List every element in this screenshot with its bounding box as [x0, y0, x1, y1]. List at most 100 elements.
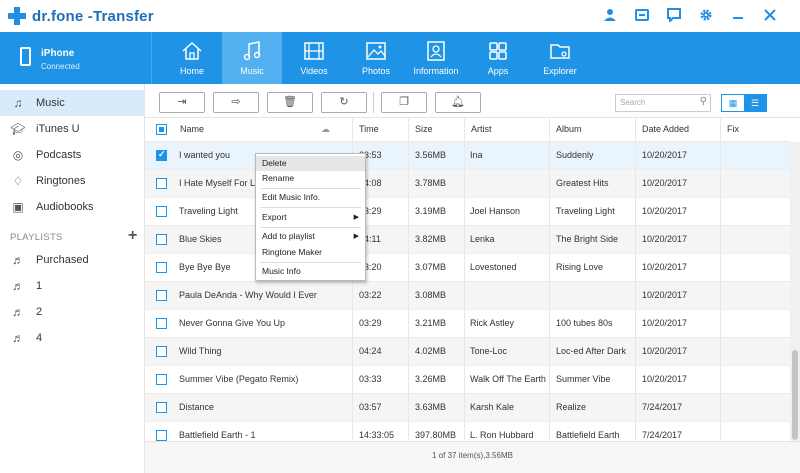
export-icon: ⇨	[231, 96, 241, 108]
settings-icon[interactable]	[696, 8, 716, 26]
refresh-button[interactable]: ↻	[321, 92, 367, 113]
sidebar-item-music[interactable]: ♫ Music	[0, 90, 145, 116]
row-checkbox[interactable]	[156, 149, 167, 161]
table-row[interactable]: Paula DeAnda - Why Would I Ever 03:22 3.…	[145, 282, 790, 310]
sidebar-item-itunes-u[interactable]: 🎓︎ iTunes U	[0, 116, 145, 142]
song-album: The Bright Side	[556, 234, 619, 244]
table-row[interactable]: Bye Bye Bye 03:20 3.07MB Lovestoned Risi…	[145, 254, 790, 282]
menu-item-label: Ringtone Maker	[262, 247, 323, 257]
toolbar-divider	[373, 92, 374, 113]
import-button[interactable]: ⇥	[159, 92, 205, 113]
row-checkbox[interactable]	[156, 318, 167, 329]
list-view-icon[interactable]: ☰	[744, 95, 766, 111]
tab-explorer[interactable]: Explorer	[530, 32, 590, 84]
menu-item-ringtone-maker[interactable]: Ringtone Maker	[256, 245, 365, 260]
cloud-icon: ☁	[321, 124, 330, 134]
sidebar-playlist-1[interactable]: ♬ 1	[0, 273, 145, 299]
inbox-icon[interactable]	[632, 8, 652, 26]
sidebar-item-label: Audiobooks	[36, 201, 94, 213]
add-playlist-button[interactable]: +	[128, 227, 137, 245]
title-bar: dr.fone -Transfer	[0, 0, 800, 32]
ringtone-button[interactable]: 🔔︎	[435, 92, 481, 113]
row-checkbox[interactable]	[156, 262, 167, 273]
chat-icon[interactable]	[664, 8, 684, 26]
table-row[interactable]: I wanted you 03:53 3.56MB Ina Suddenly 1…	[145, 142, 790, 170]
device-panel[interactable]: iPhone Connected	[0, 32, 152, 84]
tab-videos[interactable]: Videos	[284, 32, 344, 84]
sidebar: ♫ Music 🎓︎ iTunes U ◎ Podcasts ♢ Rington…	[0, 84, 145, 473]
app-logo: dr.fone -Transfer	[8, 7, 154, 25]
table-row[interactable]: I Hate Myself For Lo 04:08 3.78MB Greate…	[145, 170, 790, 198]
column-time[interactable]: Time	[359, 124, 379, 134]
menu-item-label: Music Info	[262, 266, 301, 276]
table-row[interactable]: Traveling Light 03:29 3.19MB Joel Hanson…	[145, 198, 790, 226]
phone-icon	[20, 47, 31, 66]
device-name: iPhone	[41, 48, 75, 59]
menu-item-export[interactable]: Export ▶	[256, 210, 365, 225]
table-row[interactable]: Wild Thing 04:24 4.02MB Tone-Loc Loc-ed …	[145, 338, 790, 366]
table-row[interactable]: Never Gonna Give You Up 03:29 3.21MB Ric…	[145, 310, 790, 338]
tab-home[interactable]: Home	[162, 32, 222, 84]
column-album[interactable]: Album	[556, 124, 582, 134]
dedupe-icon: ❐	[399, 96, 409, 108]
tab-photos[interactable]: Photos	[346, 32, 406, 84]
bell-icon: ♢	[12, 174, 24, 188]
delete-button[interactable]: 🗑︎	[267, 92, 313, 113]
playlist-label: 4	[36, 332, 43, 344]
row-checkbox[interactable]	[156, 346, 167, 357]
playlist-label: 2	[36, 306, 43, 318]
sidebar-playlist-4[interactable]: ♬ 4	[0, 325, 145, 351]
minimize-icon[interactable]	[728, 8, 748, 26]
table-row[interactable]: Distance 03:57 3.63MB Karsh Kale Realize…	[145, 394, 790, 422]
user-icon[interactable]	[600, 8, 620, 26]
row-checkbox[interactable]	[156, 234, 167, 245]
scrollbar-thumb[interactable]	[792, 350, 798, 440]
row-checkbox[interactable]	[156, 430, 167, 441]
sidebar-playlist-2[interactable]: ♬ 2	[0, 299, 145, 325]
context-menu: Delete Rename Edit Music Info. Export ▶ A…	[255, 153, 366, 281]
table-row[interactable]: Summer Vibe (Pegato Remix) 03:33 3.26MB …	[145, 366, 790, 394]
close-icon[interactable]	[760, 8, 780, 26]
row-checkbox[interactable]	[156, 178, 167, 189]
column-name[interactable]: Name	[180, 124, 204, 134]
song-artist: Lenka	[470, 234, 495, 244]
sidebar-playlist-purchased[interactable]: ♬ Purchased	[0, 247, 145, 273]
playlist-label: 1	[36, 280, 43, 292]
song-date: 10/20/2017	[642, 318, 688, 328]
menu-item-delete[interactable]: Delete	[256, 156, 365, 171]
menu-item-edit-music-info[interactable]: Edit Music Info.	[256, 190, 365, 205]
row-checkbox[interactable]	[156, 374, 167, 385]
song-size: 3.78MB	[415, 178, 447, 188]
menu-item-label: Edit Music Info.	[262, 192, 321, 202]
sidebar-item-audiobooks[interactable]: ▣ Audiobooks	[0, 194, 145, 220]
menu-item-rename[interactable]: Rename	[256, 171, 365, 186]
row-checkbox[interactable]	[156, 290, 167, 301]
song-size: 3.63MB	[415, 402, 447, 412]
song-size: 3.26MB	[415, 374, 447, 384]
menu-item-add-to-playlist[interactable]: Add to playlist ▶	[256, 229, 365, 244]
playlist-icon: ♬	[12, 253, 24, 267]
row-checkbox[interactable]	[156, 402, 167, 413]
sidebar-item-podcasts[interactable]: ◎ Podcasts	[0, 142, 145, 168]
row-checkbox[interactable]	[156, 206, 167, 217]
song-date: 10/20/2017	[642, 346, 688, 356]
export-button[interactable]: ⇨	[213, 92, 259, 113]
search-input[interactable]: Search ⚲	[615, 94, 711, 112]
drfone-cross-icon	[8, 7, 26, 25]
grid-view-icon[interactable]: ▦	[722, 95, 744, 111]
column-size[interactable]: Size	[415, 124, 433, 134]
table-row[interactable]: Blue Skies 04:11 3.82MB Lenka The Bright…	[145, 226, 790, 254]
menu-item-music-info[interactable]: Music Info	[256, 264, 365, 279]
column-artist[interactable]: Artist	[471, 124, 492, 134]
song-size: 3.08MB	[415, 290, 447, 300]
column-fix[interactable]: Fix	[727, 124, 739, 134]
tab-information[interactable]: Information	[406, 32, 466, 84]
sidebar-item-ringtones[interactable]: ♢ Ringtones	[0, 168, 145, 194]
tab-apps[interactable]: Apps	[468, 32, 528, 84]
table-scrollbar[interactable]	[790, 142, 800, 441]
select-all-checkbox[interactable]	[156, 124, 167, 135]
tab-music[interactable]: Music	[222, 32, 282, 84]
dedupe-button[interactable]: ❐	[381, 92, 427, 113]
column-date-added[interactable]: Date Added	[642, 124, 689, 134]
song-artist: L. Ron Hubbard	[470, 430, 534, 440]
